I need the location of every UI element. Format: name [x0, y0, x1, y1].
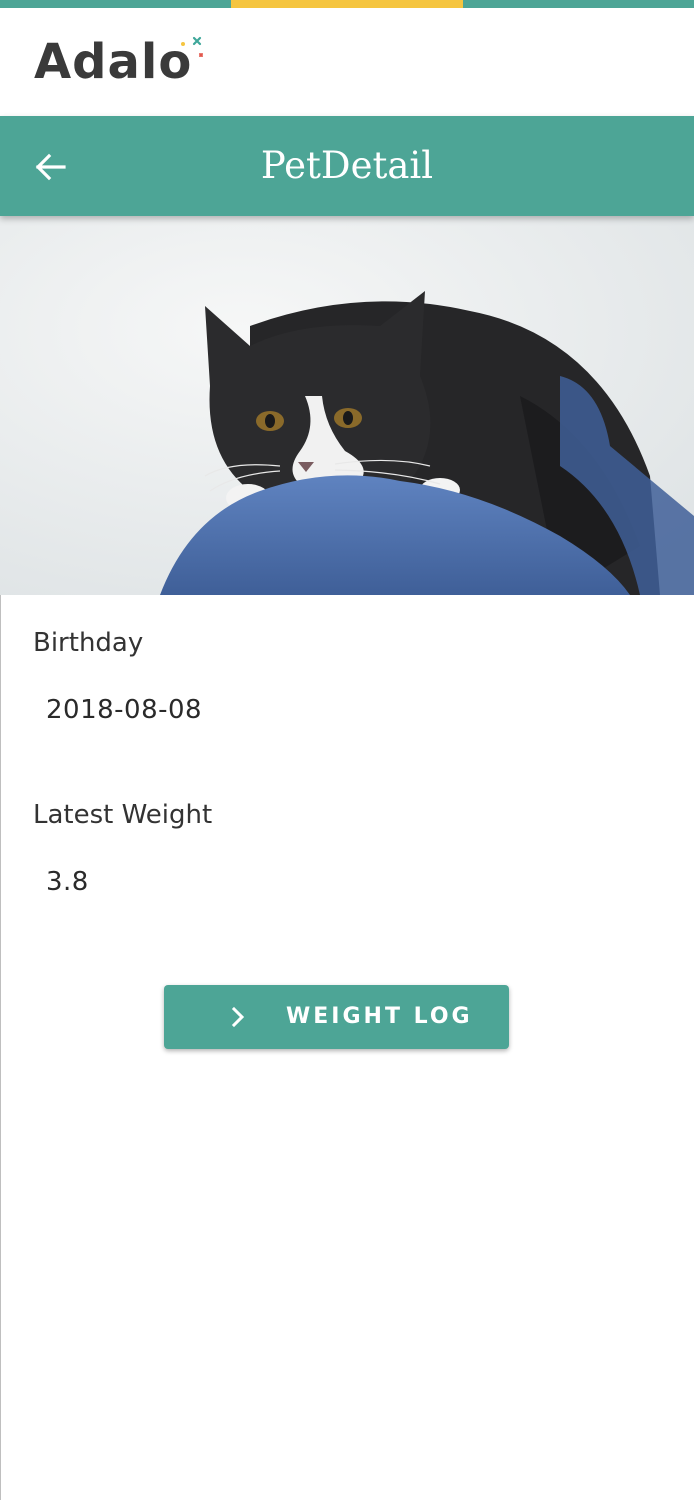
latest-weight-value: 3.8: [46, 867, 89, 897]
top-progress-strip: [0, 0, 694, 8]
brand-header: Adalo: [0, 8, 694, 116]
birthday-value: 2018-08-08: [46, 695, 203, 725]
adalo-logo: Adalo: [34, 30, 214, 94]
sparkle-icon: [181, 36, 203, 57]
chevron-right-icon: [231, 1006, 245, 1028]
cat-photo-illustration: [0, 216, 694, 595]
latest-weight-label: Latest Weight: [33, 800, 213, 830]
weight-log-button-label: WEIGHT LOG: [286, 1004, 473, 1029]
app-bar: PetDetail: [0, 116, 694, 216]
pet-photo: [0, 216, 694, 595]
logo-text: Adalo: [34, 34, 193, 90]
page-title: PetDetail: [260, 144, 434, 187]
birthday-label: Birthday: [33, 628, 144, 658]
weight-log-button[interactable]: WEIGHT LOG: [164, 985, 509, 1049]
